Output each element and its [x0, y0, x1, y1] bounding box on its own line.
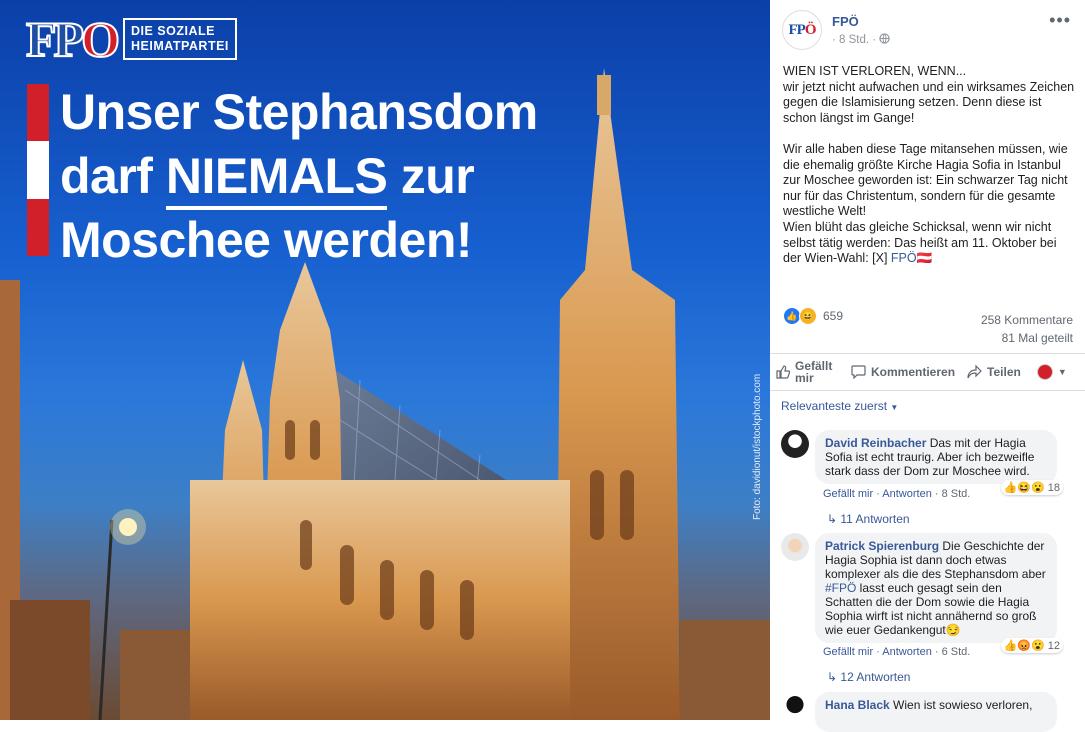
- comment-sort-dropdown[interactable]: Relevanteste zuerst ▼: [781, 399, 898, 413]
- comment-reply-link[interactable]: Antworten: [882, 488, 932, 500]
- comment-like-link[interactable]: Gefällt mir: [823, 646, 873, 658]
- headline-line2-a: darf: [60, 148, 166, 204]
- audience-selector[interactable]: ▼: [1031, 364, 1073, 380]
- shares-count[interactable]: 81 Mal geteilt: [981, 329, 1073, 347]
- post-stats: 👍 😆 659 258 Kommentare 81 Mal geteilt: [783, 307, 1073, 345]
- comment-time[interactable]: 6 Std.: [942, 646, 971, 658]
- comment-meta: Gefällt mir · Antworten · 8 Std.: [823, 488, 971, 500]
- comment-time[interactable]: 8 Std.: [942, 488, 971, 500]
- post-actions: Gefällt mir Kommentieren Teilen ▼: [770, 353, 1085, 391]
- view-replies[interactable]: ↳ 11 Antworten: [827, 512, 910, 526]
- chevron-down-icon: ▼: [890, 403, 899, 412]
- like-button[interactable]: Gefällt mir: [770, 360, 845, 384]
- screenshot: FPO DIE SOZIALE HEIMATPARTEI Unser Steph…: [0, 0, 1085, 732]
- comment-reactions[interactable]: 👍 😆 😮 18: [1000, 480, 1063, 495]
- logo-mark: FPO: [25, 11, 121, 67]
- comment-label: Kommentieren: [871, 365, 956, 379]
- like-reaction-icon: 👍: [1003, 640, 1018, 652]
- avatar[interactable]: [781, 533, 809, 561]
- replies-label: 12 Antworten: [840, 670, 911, 684]
- thumbs-up-icon: [776, 365, 790, 379]
- comment-reaction-count: 18: [1047, 481, 1060, 494]
- comment-like-link[interactable]: Gefällt mir: [823, 488, 873, 500]
- comment-bubble: Hana Black Wien ist sowieso verloren,: [815, 692, 1057, 732]
- page-name[interactable]: FPÖ: [832, 14, 890, 29]
- austria-flag-emoji: 🇦🇹: [916, 251, 933, 266]
- fpoe-logo: FPO DIE SOZIALE HEIMATPARTEI: [25, 11, 237, 67]
- austrian-flag-bar: [27, 84, 49, 256]
- avatar[interactable]: [781, 430, 809, 458]
- view-replies[interactable]: ↳ 12 Antworten: [827, 670, 910, 684]
- comment-bubble: David Reinbacher Das mit der Hagia Sofia…: [815, 430, 1057, 484]
- commenter-name[interactable]: Patrick Spierenburg: [825, 539, 939, 553]
- logo-tagline-line1: DIE SOZIALE: [131, 24, 215, 38]
- sort-label: Relevanteste zuerst: [781, 399, 888, 413]
- comment-reactions[interactable]: 👍 😡 😮 12: [1000, 638, 1063, 653]
- post-panel: FPÖ FPÖ · 8 Std. · ••• WIEN IST VERLOREN…: [770, 0, 1085, 732]
- comment-meta: Gefällt mir · Antworten · 6 Std.: [823, 646, 971, 658]
- headline-line2: darf NIEMALS zur: [60, 144, 538, 210]
- share-icon: [967, 365, 982, 379]
- more-options-icon[interactable]: •••: [1049, 10, 1071, 31]
- post-page-link[interactable]: FPÖ: [891, 251, 917, 265]
- comment-icon: [851, 365, 866, 379]
- post-header: FPÖ FPÖ · 8 Std. ·: [782, 10, 891, 50]
- headline-emphasis: NIEMALS: [165, 148, 388, 210]
- haha-reaction-icon: 😆: [1017, 482, 1032, 494]
- headline-line1: Unser Stephansdom: [60, 84, 538, 140]
- post-time[interactable]: 8 Std.: [839, 34, 869, 46]
- post-image[interactable]: FPO DIE SOZIALE HEIMATPARTEI Unser Steph…: [0, 0, 770, 720]
- share-label: Teilen: [987, 365, 1021, 379]
- globe-icon: [879, 33, 891, 44]
- comment: Hana Black Wien ist sowieso verloren,: [781, 692, 1057, 732]
- comment-text: Wien ist sowieso verloren,: [889, 698, 1033, 712]
- avatar[interactable]: [781, 692, 809, 720]
- haha-reaction-icon: 😆: [799, 307, 817, 325]
- comment: Patrick Spierenburg Die Geschichte der H…: [781, 533, 1057, 643]
- share-button[interactable]: Teilen: [961, 365, 1027, 379]
- profile-avatar-icon: [1036, 364, 1053, 380]
- commenter-name[interactable]: David Reinbacher: [825, 436, 926, 450]
- post-timestamp[interactable]: · 8 Std. ·: [832, 33, 891, 46]
- comment-reply-link[interactable]: Antworten: [882, 646, 932, 658]
- comment-reaction-count: 12: [1047, 639, 1060, 652]
- angry-reaction-icon: 😡: [1017, 640, 1032, 652]
- commenter-name[interactable]: Hana Black: [825, 698, 890, 712]
- comment-bubble: Patrick Spierenburg Die Geschichte der H…: [815, 533, 1057, 643]
- logo-tagline-line2: HEIMATPARTEI: [131, 39, 229, 53]
- wow-reaction-icon: 😮: [1031, 482, 1045, 494]
- wow-reaction-icon: 😮: [1031, 640, 1045, 652]
- logo-tagline: DIE SOZIALE HEIMATPARTEI: [123, 18, 237, 60]
- comment: David Reinbacher Das mit der Hagia Sofia…: [781, 430, 1057, 484]
- headline-line2-c: zur: [387, 148, 475, 204]
- post-text: WIEN IST VERLOREN, WENN... wir jetzt nic…: [783, 64, 1075, 267]
- like-reaction-icon: 👍: [1003, 482, 1018, 494]
- comment-button[interactable]: Kommentieren: [845, 365, 961, 379]
- reactions-count[interactable]: 659: [823, 309, 843, 323]
- comments-count[interactable]: 258 Kommentare: [981, 311, 1073, 329]
- like-label: Gefällt mir: [795, 359, 833, 385]
- post-body: WIEN IST VERLOREN, WENN... wir jetzt nic…: [783, 64, 1075, 266]
- image-headline: Unser Stephansdom darf NIEMALS zur Mosch…: [60, 80, 538, 272]
- chevron-down-icon: ▼: [1057, 367, 1067, 377]
- hashtag-link[interactable]: #FPÖ: [825, 581, 856, 595]
- comment-text-continued: lasst euch gesagt sein den Schatten die …: [825, 581, 1037, 637]
- photo-credit: Foto: davidionut/istockphoto.com: [752, 373, 763, 520]
- headline-line3: Moschee werden!: [60, 212, 473, 268]
- page-avatar[interactable]: FPÖ: [782, 10, 822, 50]
- replies-label: 11 Antworten: [840, 512, 910, 526]
